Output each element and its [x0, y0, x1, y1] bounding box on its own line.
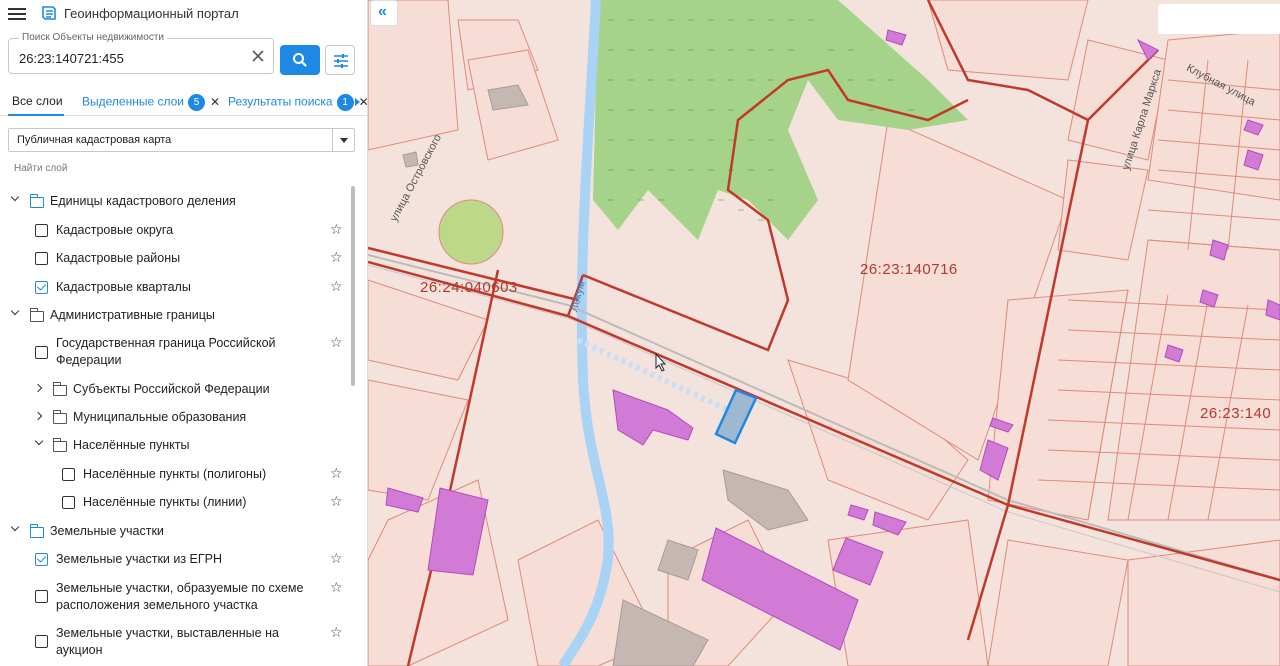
star-icon[interactable]: ☆	[330, 465, 343, 482]
star-icon[interactable]: ☆	[330, 493, 343, 510]
search-field[interactable]: Поиск Объекты недвижимости	[8, 32, 274, 74]
chevron-down-icon[interactable]	[34, 436, 44, 446]
basemap-select[interactable]: Публичная кадастровая карта	[8, 128, 355, 152]
quarter-label: 26:23:140716	[860, 261, 958, 278]
chevron-right-icon[interactable]	[33, 383, 43, 393]
tree-item[interactable]: Земельные участки, образуемые по схеме р…	[0, 579, 350, 615]
quarter-label: 26:24:040603	[420, 279, 518, 296]
star-icon[interactable]: ☆	[330, 221, 343, 238]
chevron-down-icon[interactable]	[10, 192, 20, 202]
search-button[interactable]	[280, 45, 320, 75]
layer-checkbox[interactable]	[35, 553, 48, 566]
tree-item[interactable]: Земельные участки, выставленные на аукци…	[0, 624, 350, 660]
tabs-scroll-right-icon[interactable]	[355, 98, 360, 106]
tab-bar: Все слои Выделенные слои 5 ✕ Результаты по…	[0, 88, 367, 116]
tab-underline	[8, 114, 64, 116]
chevron-down-icon[interactable]	[10, 522, 20, 532]
chevron-double-left-icon: «	[378, 3, 387, 20]
folder-icon	[29, 194, 44, 208]
tab-search-results[interactable]: Результаты поиска 1 ✕	[228, 94, 367, 111]
folder-icon	[29, 308, 44, 322]
close-icon[interactable]: ✕	[210, 95, 220, 109]
tree-scrollbar[interactable]	[351, 186, 355, 386]
map-canvas[interactable]: 26:24:040603 26:23:140716 26:23:140 улиц…	[368, 0, 1280, 666]
layer-checkbox[interactable]	[62, 468, 75, 481]
layer-checkbox[interactable]	[35, 224, 48, 237]
clear-icon[interactable]	[249, 47, 267, 65]
layer-checkbox[interactable]	[35, 252, 48, 265]
tab-all-layers[interactable]: Все слои	[12, 94, 63, 108]
app-title: Геоинформационный портал	[64, 6, 239, 21]
layer-checkbox[interactable]	[35, 346, 48, 359]
tab-badge: 5	[187, 94, 205, 111]
layer-checkbox[interactable]	[35, 635, 48, 648]
folder-icon	[52, 382, 67, 396]
logo-icon	[42, 6, 56, 20]
layer-checkbox[interactable]	[62, 496, 75, 509]
layer-checkbox[interactable]	[35, 281, 48, 294]
find-layer-input[interactable]: Найти слой	[14, 163, 67, 174]
star-icon[interactable]: ☆	[330, 550, 343, 567]
chevron-right-icon[interactable]	[33, 411, 43, 421]
collapse-sidebar-button[interactable]: «	[370, 0, 398, 26]
tree-item[interactable]: Государственная граница Российской Федер…	[0, 334, 350, 370]
quarter-label: 26:23:140	[1200, 405, 1272, 422]
search-label: Поиск Объекты недвижимости	[19, 32, 167, 43]
chevron-down-icon[interactable]	[332, 129, 354, 151]
top-bar: Геоинформационный портал	[0, 0, 367, 28]
star-icon[interactable]: ☆	[330, 579, 343, 596]
map-overlay-box[interactable]	[1158, 4, 1280, 34]
sliders-icon	[334, 54, 348, 68]
folder-icon	[52, 410, 67, 424]
filter-button[interactable]	[325, 45, 355, 75]
star-icon[interactable]: ☆	[330, 624, 343, 641]
sidebar: Геоинформационный портал Поиск Объекты н…	[0, 0, 368, 666]
layer-checkbox[interactable]	[35, 590, 48, 603]
close-icon[interactable]: ✕	[359, 95, 367, 109]
star-icon[interactable]: ☆	[330, 334, 343, 351]
tab-selected-layers[interactable]: Выделенные слои 5 ✕	[82, 94, 220, 111]
folder-icon	[52, 438, 67, 452]
star-icon[interactable]: ☆	[330, 249, 343, 266]
folder-icon	[29, 524, 44, 538]
search-input[interactable]	[19, 51, 244, 66]
star-icon[interactable]: ☆	[330, 278, 343, 295]
search-icon	[293, 53, 307, 67]
chevron-down-icon[interactable]	[10, 306, 20, 316]
tab-badge: 1	[336, 94, 354, 111]
menu-icon[interactable]	[8, 5, 26, 21]
